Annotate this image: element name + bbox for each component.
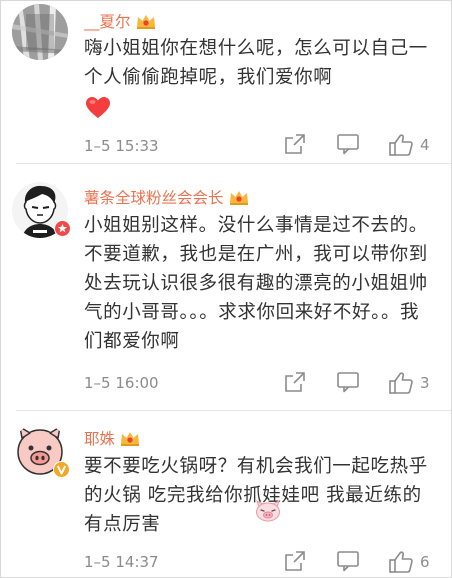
vip-crown-icon [121, 432, 140, 446]
comment-item: 耶姝 要不要吃火锅呀？有机会我们一起吃热乎的火锅 吃完我给你抓娃娃吧 我最近练的… [1, 411, 451, 577]
comment-actions: 4 [281, 133, 441, 157]
username[interactable]: 耶姝 [84, 427, 141, 449]
like-icon[interactable] [388, 133, 414, 157]
comment-item: 薯条全球粉丝会会长 小姐姐别这样。没什么事情是过不去的。不要道歉，我也是在广州，… [1, 164, 451, 411]
comment-icon[interactable] [336, 133, 360, 155]
timestamp: 1–5 14:37 [84, 553, 159, 571]
verified-badge-icon [53, 461, 70, 478]
like-count: 4 [420, 136, 430, 154]
comment-item: __夏尔 嗨小姐姐你在想什么呢，怎么可以自己一个人偷偷跑掉呢，我们爱你啊 1–5… [1, 1, 451, 164]
like-count: 6 [420, 553, 430, 571]
comment-actions: 6 [281, 550, 441, 574]
share-icon[interactable] [284, 371, 306, 393]
vip-crown-icon [229, 191, 248, 205]
avatar[interactable] [12, 4, 68, 60]
comment-icon[interactable] [336, 371, 360, 393]
like-count: 3 [420, 374, 430, 392]
pig-face-emoji-icon [256, 500, 280, 522]
timestamp: 1–5 16:00 [84, 374, 159, 392]
comment-text: 嗨小姐姐你在想什么呢，怎么可以自己一个人偷偷跑掉呢，我们爱你啊 [84, 38, 428, 88]
share-icon[interactable] [284, 550, 306, 572]
vip-crown-icon [136, 15, 155, 29]
username[interactable]: __夏尔 [84, 10, 157, 32]
verified-badge-icon [54, 220, 71, 237]
like-icon[interactable] [388, 371, 414, 395]
username[interactable]: 薯条全球粉丝会会长 [84, 186, 250, 208]
share-icon[interactable] [284, 133, 306, 155]
comment-text: 要不要吃火锅呀？有机会我们一起吃热乎的火锅 吃完我给你抓娃娃吧 我最近练的有点厉… [84, 456, 428, 535]
comment-text: 小姐姐别这样。没什么事情是过不去的。不要道歉，我也是在广州，我可以带你到处去玩认… [84, 215, 428, 352]
comment-list: __夏尔 嗨小姐姐你在想什么呢，怎么可以自己一个人偷偷跑掉呢，我们爱你啊 1–5… [0, 0, 452, 578]
heart-emoji-icon [86, 97, 110, 118]
like-icon[interactable] [388, 550, 414, 574]
timestamp: 1–5 15:33 [84, 137, 159, 155]
comment-icon[interactable] [336, 550, 360, 572]
comment-actions: 3 [281, 371, 441, 395]
